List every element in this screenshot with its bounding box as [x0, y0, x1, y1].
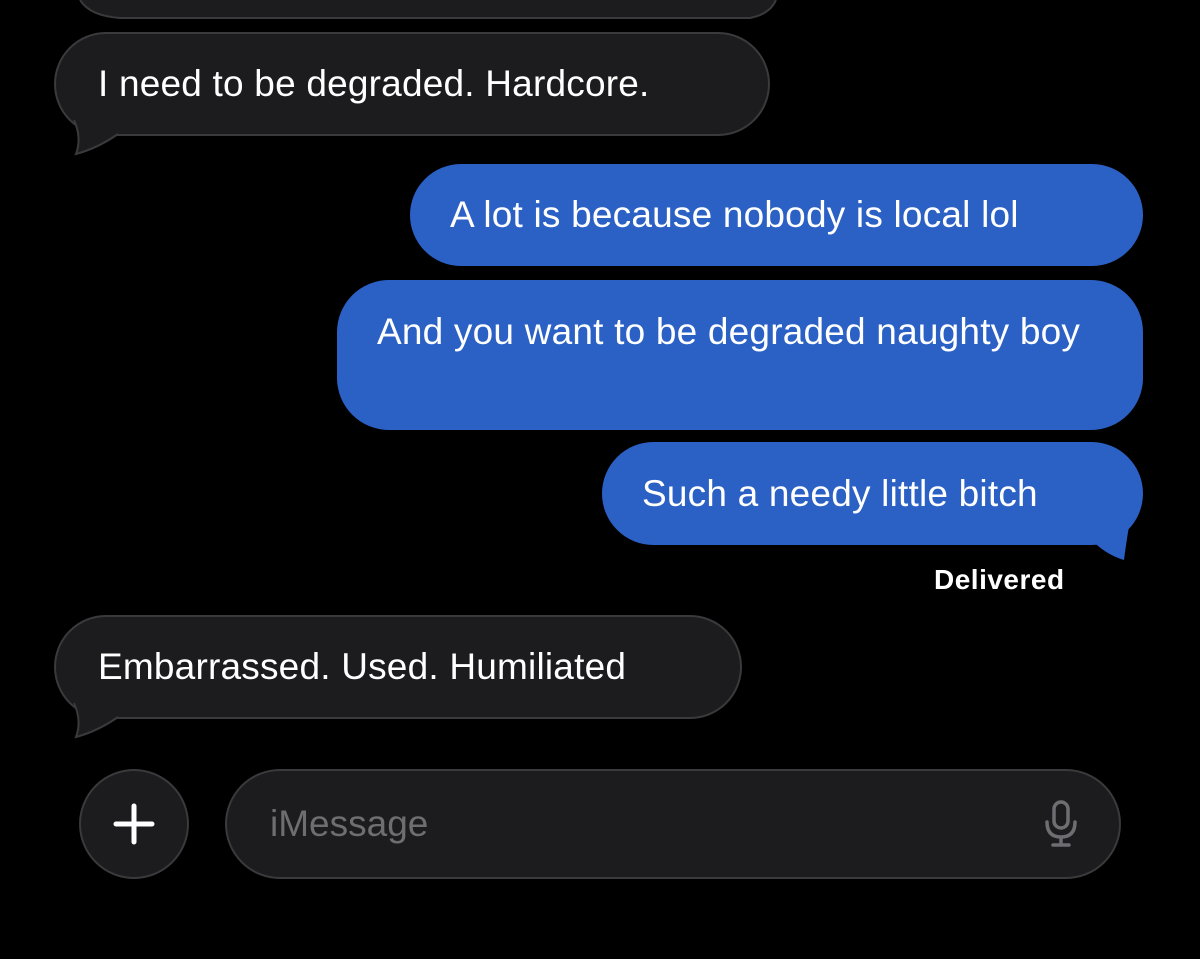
message-text: Embarrassed. Used. Humiliated	[98, 646, 627, 687]
message-text: A lot is because nobody is local lol	[450, 194, 1019, 235]
message-bubble-outgoing[interactable]: And you want to be degraded naughty boy	[337, 280, 1143, 430]
delivery-status: Delivered	[934, 564, 1065, 595]
message-input[interactable]: iMessage	[225, 769, 1121, 879]
plus-icon	[113, 803, 155, 845]
messages-screen: I need to be degraded. Hardcore. A lot i…	[0, 0, 1200, 959]
previous-message-edge	[79, 0, 777, 19]
message-text: I need to be degraded. Hardcore.	[98, 63, 650, 104]
bubble-tail	[73, 701, 119, 739]
message-bubble-incoming[interactable]: I need to be degraded. Hardcore.	[54, 32, 770, 136]
microphone-icon[interactable]	[1043, 799, 1079, 849]
message-text: Such a needy little bitch	[642, 472, 1038, 514]
message-bubble-outgoing[interactable]: Such a needy little bitch	[602, 442, 1143, 545]
message-bubble-outgoing[interactable]: A lot is because nobody is local lol	[410, 164, 1143, 266]
bubble-tail	[73, 118, 119, 156]
add-attachment-button[interactable]	[79, 769, 189, 879]
message-input-placeholder: iMessage	[270, 803, 429, 844]
bubble-tail	[1090, 520, 1130, 560]
message-text: And you want to be degraded naughty boy	[377, 311, 1081, 352]
message-bubble-incoming[interactable]: Embarrassed. Used. Humiliated	[54, 615, 742, 719]
